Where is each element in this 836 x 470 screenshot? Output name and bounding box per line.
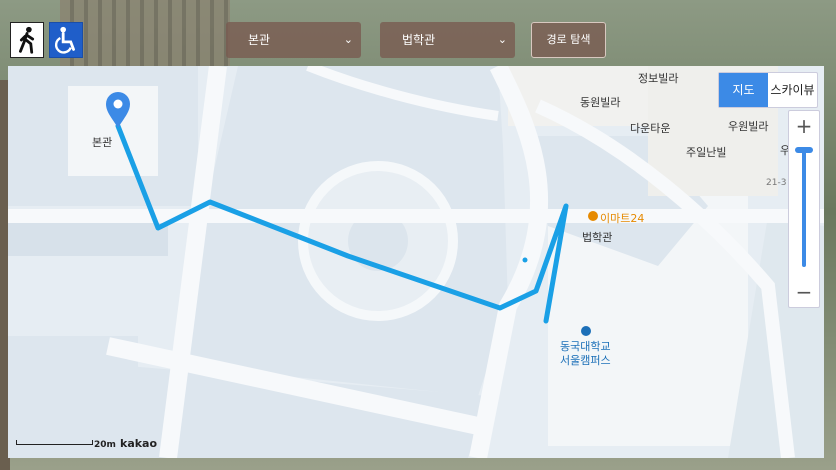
zoom-out-button[interactable]: − <box>789 277 819 307</box>
zoom-slider-handle[interactable] <box>795 147 813 153</box>
destination-select[interactable]: 법학관 ⌄ <box>380 22 515 58</box>
zoom-in-button[interactable]: + <box>789 111 819 141</box>
label-address: 21-3 <box>766 178 787 188</box>
label-beophakgwan: 법학관 <box>582 231 613 244</box>
label-juil: 주일난빌 <box>686 146 727 159</box>
label-wuwon: 우원빌라 <box>728 120 769 133</box>
map-type-button[interactable]: 지도 <box>719 73 768 107</box>
label-jeongbo: 정보빌라 <box>638 72 679 85</box>
chevron-down-icon: ⌄ <box>343 33 353 46</box>
skyview-type-button[interactable]: 스카이뷰 <box>768 73 817 107</box>
label-dawoon: 다운타운 <box>630 122 671 135</box>
zoom-control[interactable]: + − <box>788 110 820 308</box>
zoom-slider-track[interactable] <box>802 147 806 267</box>
label-bongwan: 본관 <box>92 136 113 149</box>
wheelchair-mode-button[interactable] <box>49 22 83 58</box>
walk-mode-button[interactable] <box>10 22 44 58</box>
destination-value: 법학관 <box>402 33 436 47</box>
scale-bar-line <box>16 440 93 445</box>
map-base <box>8 66 824 458</box>
origin-select[interactable]: 본관 ⌄ <box>226 22 361 58</box>
label-dongwon: 동원빌라 <box>580 96 621 109</box>
wheelchair-icon <box>54 26 75 54</box>
kakao-logo[interactable]: kakao <box>120 437 157 450</box>
map-type-toggle[interactable]: 지도 스카이뷰 <box>718 72 818 108</box>
chevron-down-icon: ⌄ <box>497 33 507 46</box>
scale-text: 20m <box>94 440 116 450</box>
label-campus-line2: 서울캠퍼스 <box>560 354 611 367</box>
label-campus-line1: 동국대학교 <box>560 340 611 353</box>
origin-value: 본관 <box>248 33 271 47</box>
walking-person-icon <box>19 26 35 54</box>
route-search-button[interactable]: 경로 탐색 <box>531 22 606 58</box>
label-emart24: 이마트24 <box>600 212 645 225</box>
label-campus: 동국대학교 서울캠퍼스 <box>560 340 611 368</box>
background-building <box>60 0 230 70</box>
map-view[interactable]: 본관 이마트24 법학관 동국대학교 서울캠퍼스 정보빌라 동원빌라 다운타운 … <box>8 66 824 458</box>
